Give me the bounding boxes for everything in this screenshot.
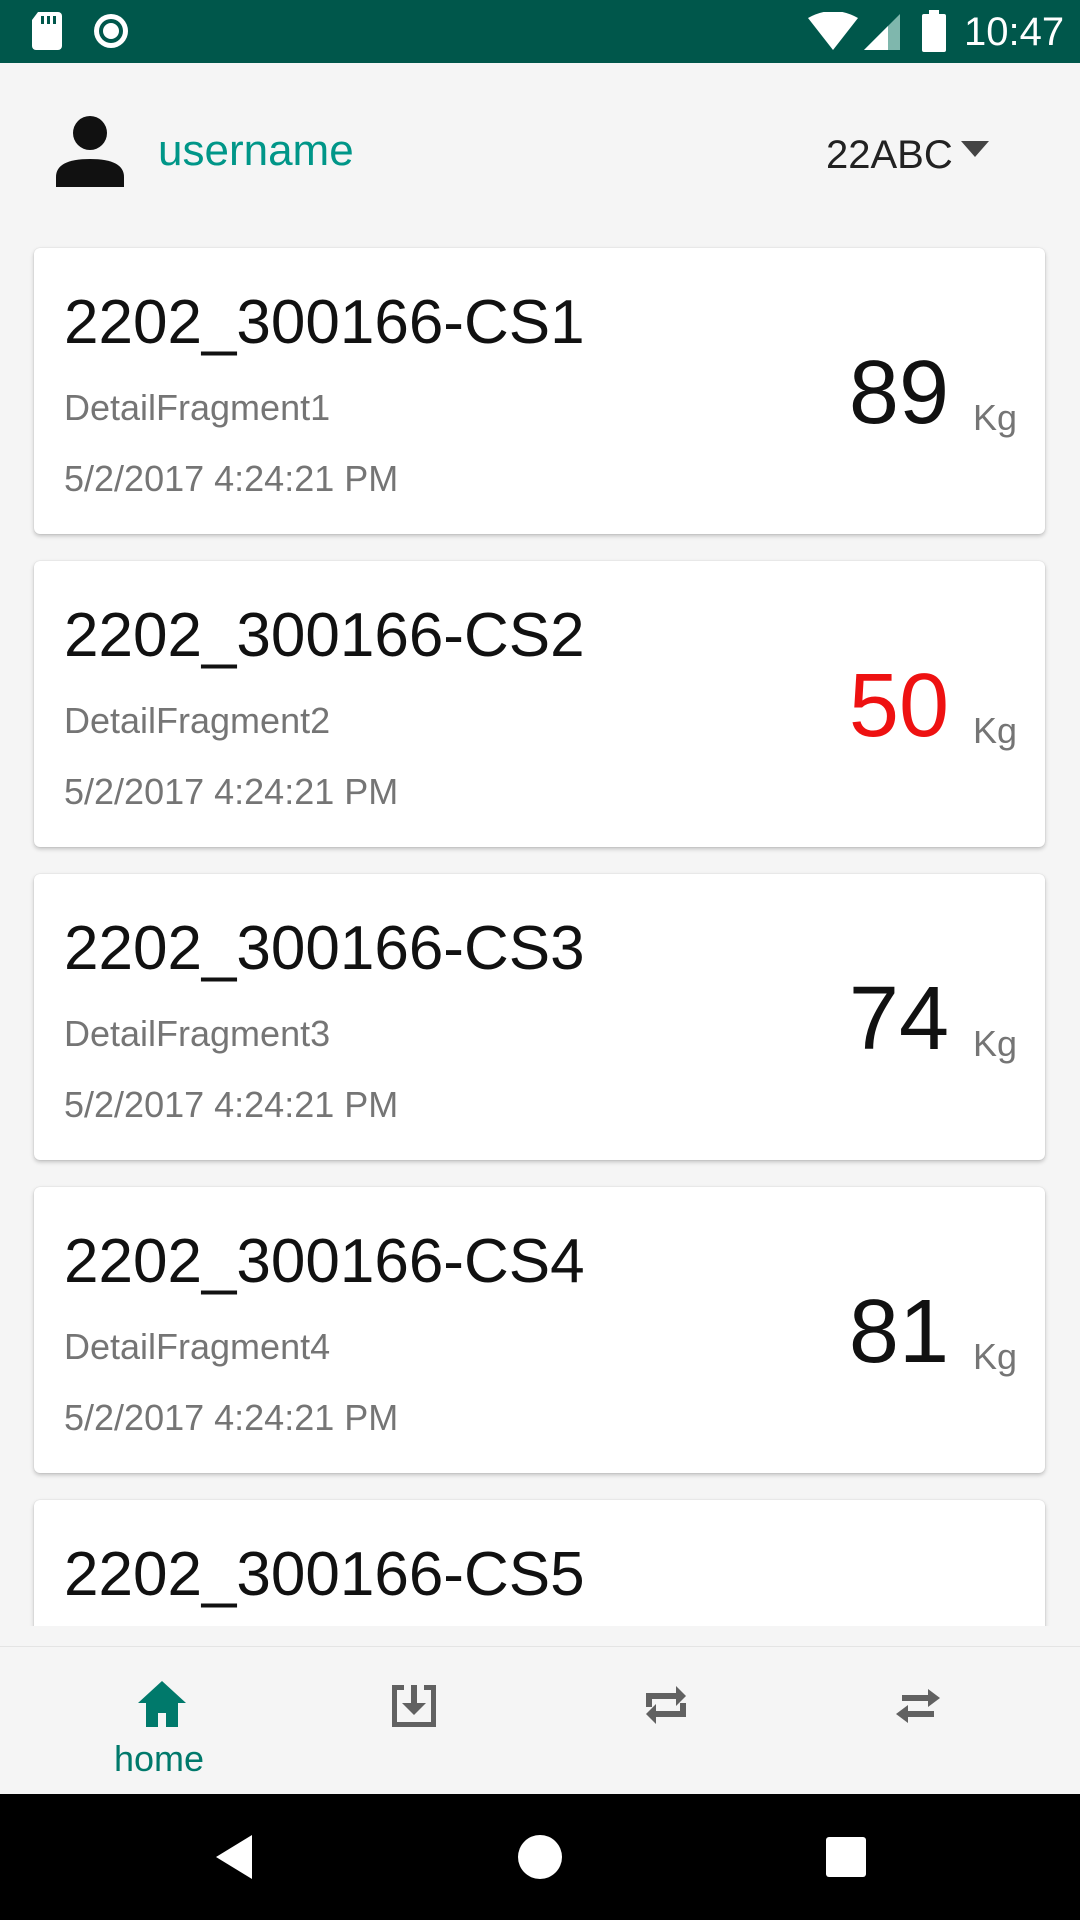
wifi-icon: [808, 12, 858, 50]
item-unit: Kg: [972, 1023, 1017, 1064]
nav-repeat[interactable]: [528, 1647, 798, 1795]
item-subtitle: DetailFragment1: [64, 387, 331, 428]
home-icon: [138, 1681, 186, 1727]
item-subtitle: DetailFragment2: [64, 700, 331, 741]
list-item[interactable]: 2202_300166-CS5: [34, 1500, 1045, 1626]
unit-dropdown-value: 22ABC: [826, 132, 953, 177]
status-time: 10:47: [964, 10, 1065, 54]
item-date: 5/2/2017 4:24:21 PM: [64, 771, 399, 812]
item-weight: 81: [848, 1282, 949, 1382]
unit-dropdown[interactable]: 22ABC: [826, 129, 989, 181]
signal-icon: [864, 14, 900, 50]
item-subtitle: DetailFragment3: [64, 1013, 331, 1054]
item-subtitle: DetailFragment4: [64, 1326, 331, 1367]
nav-home[interactable]: home: [24, 1647, 294, 1795]
item-weight: 50: [848, 656, 949, 756]
item-title: 2202_300166-CS5: [64, 1540, 585, 1609]
download-icon: [392, 1685, 436, 1727]
header: username 22ABC: [0, 63, 1080, 241]
item-title: 2202_300166-CS1: [64, 288, 585, 357]
swap-icon: [896, 1689, 940, 1723]
sd-card-icon: [32, 12, 62, 50]
item-weight: 89: [848, 343, 949, 443]
account-icon[interactable]: [56, 115, 124, 187]
item-date: 5/2/2017 4:24:21 PM: [64, 1084, 399, 1125]
username-label[interactable]: username: [158, 125, 354, 177]
home-circle-icon[interactable]: [516, 1833, 564, 1881]
item-title: 2202_300166-CS3: [64, 914, 585, 983]
list-item[interactable]: 2202_300166-CS4 DetailFragment4 5/2/2017…: [34, 1187, 1045, 1473]
item-title: 2202_300166-CS4: [64, 1227, 585, 1296]
nav-swap[interactable]: [780, 1647, 1050, 1795]
list-item[interactable]: 2202_300166-CS1 DetailFragment1 5/2/2017…: [34, 248, 1045, 534]
item-title: 2202_300166-CS2: [64, 601, 585, 670]
status-bar: 10:47: [0, 0, 1080, 63]
item-date: 5/2/2017 4:24:21 PM: [64, 458, 399, 499]
nav-home-label: home: [113, 1738, 205, 1779]
item-weight: 74: [848, 969, 949, 1069]
item-unit: Kg: [972, 710, 1017, 751]
item-list[interactable]: 2202_300166-CS1 DetailFragment1 5/2/2017…: [0, 241, 1080, 1626]
list-item[interactable]: 2202_300166-CS3 DetailFragment3 5/2/2017…: [34, 874, 1045, 1160]
system-nav-bar: [0, 1794, 1080, 1920]
item-unit: Kg: [972, 397, 1017, 438]
caret-down-icon: [960, 141, 989, 157]
record-icon: [94, 14, 128, 48]
bottom-navigation: home: [0, 1646, 1080, 1795]
recents-icon[interactable]: [822, 1833, 870, 1881]
battery-icon: [922, 10, 946, 52]
back-icon[interactable]: [212, 1833, 260, 1881]
list-item[interactable]: 2202_300166-CS2 DetailFragment2 5/2/2017…: [34, 561, 1045, 847]
nav-download[interactable]: [276, 1647, 546, 1795]
item-date: 5/2/2017 4:24:21 PM: [64, 1397, 399, 1438]
repeat-icon: [646, 1686, 686, 1724]
item-unit: Kg: [972, 1336, 1017, 1377]
